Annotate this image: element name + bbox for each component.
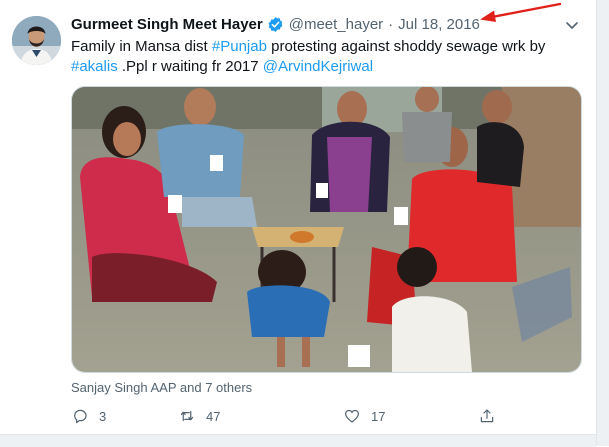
tweet-card[interactable]: Gurmeet Singh Meet Hayer @meet_hayer · J… [0, 0, 596, 434]
hashtag-punjab[interactable]: #Punjab [212, 38, 267, 55]
tweet-text-part: Family in Mansa dist [71, 38, 212, 55]
reply-icon [74, 409, 87, 424]
avatar[interactable] [12, 16, 61, 65]
tweet-date[interactable]: Jul 18, 2016 [398, 16, 480, 33]
red-arrow [480, 2, 562, 22]
retweet-button[interactable]: 47 [178, 405, 220, 427]
share-icon [480, 409, 494, 423]
scroll-edge-right [596, 0, 609, 446]
tweet-header: Gurmeet Singh Meet Hayer @meet_hayer · J… [71, 14, 480, 34]
like-button[interactable]: 17 [343, 405, 385, 427]
hashtag-akalis[interactable]: #akalis [71, 58, 118, 75]
share-button[interactable] [478, 405, 496, 427]
tweet-text: Family in Mansa dist #Punjab protesting … [71, 37, 581, 77]
scroll-edge-bottom [0, 434, 596, 447]
author-handle[interactable]: @meet_hayer [289, 16, 383, 33]
like-count: 17 [371, 408, 386, 424]
mention-arvindkejriwal[interactable]: @ArvindKejriwal [263, 58, 373, 75]
retweet-count: 47 [206, 408, 221, 424]
retweet-icon [180, 410, 194, 422]
verified-badge-icon [268, 16, 283, 32]
author-name[interactable]: Gurmeet Singh Meet Hayer [71, 16, 263, 33]
social-context[interactable]: Sanjay Singh AAP and 7 others [71, 380, 252, 395]
tweet-photo[interactable] [71, 86, 582, 373]
separator-dot: · [388, 15, 394, 33]
reply-button[interactable]: 3 [71, 405, 106, 427]
tweet-text-part: .Ppl r waiting fr 2017 [117, 58, 263, 75]
action-bar: 3 47 17 [71, 405, 501, 427]
chevron-down-icon[interactable] [563, 16, 581, 34]
tweet-text-part: protesting against shoddy sewage wrk by [266, 38, 546, 55]
heart-icon [345, 409, 359, 423]
reply-count: 3 [99, 408, 107, 424]
